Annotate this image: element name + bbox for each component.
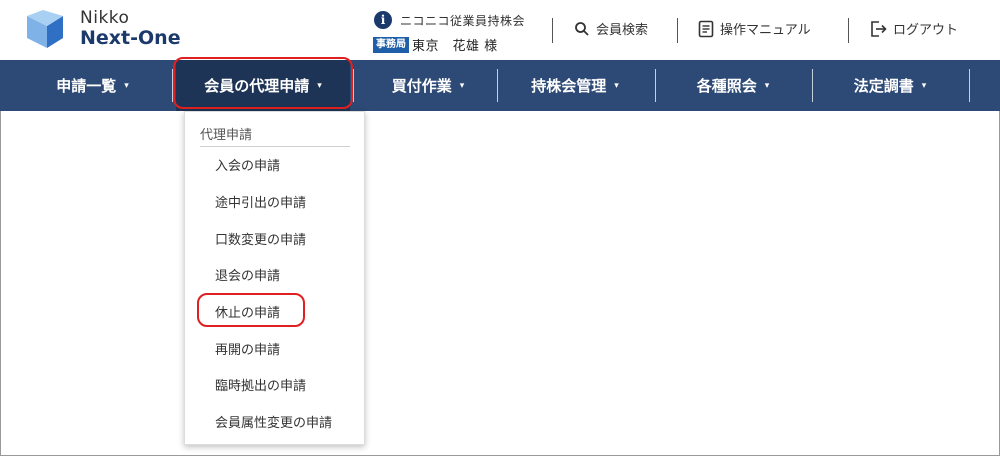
highlight-annotation — [197, 293, 305, 327]
manual-label: 操作マニュアル — [720, 23, 811, 38]
member-name: 東京 花雄 様 — [412, 39, 498, 54]
member-search-label: 会員検索 — [596, 23, 649, 38]
nav-label: 買付作業 — [391, 77, 452, 95]
nav-divider — [969, 69, 970, 102]
proxy-application-dropdown: 代理申請 入会の申請 途中引出の申請 口数変更の申請 退会の申請 休止の申請 再… — [184, 111, 365, 445]
nav-label: 各種照会 — [696, 77, 757, 95]
nav-label: 法定調書 — [853, 77, 914, 95]
company-name: ニコニコ従業員持株会 — [400, 13, 526, 28]
header-divider — [552, 18, 553, 43]
nav-application-list[interactable]: 申請一覧 ▾ — [20, 60, 165, 111]
chevron-down-icon: ▾ — [124, 80, 129, 91]
menu-item-attribute-change[interactable]: 会員属性変更の申請 — [185, 403, 364, 439]
logout-icon — [871, 20, 887, 37]
brand-line2: Next-One — [80, 27, 181, 49]
nav-statutory-reports[interactable]: 法定調書 ▾ — [812, 60, 968, 111]
info-icon: i — [374, 11, 392, 29]
nav-purchase-work[interactable]: 買付作業 ▾ — [353, 60, 503, 111]
menu-item-label: 臨時拠出の申請 — [215, 378, 307, 394]
highlight-annotation — [173, 57, 353, 109]
menu-item-label: 再開の申請 — [215, 342, 281, 358]
menu-item-label: 退会の申請 — [215, 268, 281, 284]
menu-item-withdrawal[interactable]: 退会の申請 — [185, 256, 364, 292]
manual-button[interactable]: 操作マニュアル — [698, 19, 811, 38]
chevron-down-icon: ▾ — [459, 80, 465, 91]
menu-item-label: 会員属性変更の申請 — [215, 415, 333, 431]
menu-item-label: 入会の申請 — [215, 158, 281, 174]
menu-item-extra-contribution[interactable]: 臨時拠出の申請 — [185, 366, 364, 402]
office-badge: 事務局 — [373, 36, 409, 53]
chevron-down-icon: ▾ — [921, 80, 927, 91]
chevron-down-icon: ▾ — [614, 80, 619, 91]
nav-association-management[interactable]: 持株会管理 ▾ — [497, 60, 653, 111]
logout-button[interactable]: ログアウト — [869, 19, 958, 38]
header: Nikko Next-One i ニコニコ従業員持株会 事務局 東京 花雄 様 … — [0, 0, 1000, 60]
nav-inquiries[interactable]: 各種照会 ▾ — [655, 60, 811, 111]
search-icon — [575, 21, 589, 36]
nav-label: 申請一覧 — [56, 77, 117, 95]
menu-item-partial-withdrawal[interactable]: 途中引出の申請 — [185, 183, 364, 219]
header-divider — [848, 18, 849, 43]
brand-name: Nikko Next-One — [80, 10, 181, 48]
main-nav: 申請一覧 ▾ 会員の代理申請 ▾ 買付作業 ▾ 持株会管理 ▾ 各種照会 ▾ 法… — [0, 60, 1000, 111]
menu-item-join[interactable]: 入会の申請 — [185, 146, 364, 182]
header-divider — [677, 18, 678, 43]
member-search-button[interactable]: 会員検索 — [574, 19, 648, 38]
company-info: i ニコニコ従業員持株会 — [374, 11, 525, 29]
document-icon — [698, 20, 714, 37]
member-info: 事務局 東京 花雄 様 — [373, 35, 498, 54]
chevron-down-icon: ▾ — [764, 80, 770, 91]
dropdown-header: 代理申請 — [200, 128, 253, 143]
menu-item-resume[interactable]: 再開の申請 — [185, 330, 364, 366]
menu-item-unit-change[interactable]: 口数変更の申請 — [185, 220, 364, 256]
nav-label: 持株会管理 — [531, 77, 607, 95]
menu-item-label: 口数変更の申請 — [215, 232, 307, 248]
logout-label: ログアウト — [893, 23, 959, 38]
menu-item-label: 途中引出の申請 — [215, 195, 307, 211]
brand-line1: Nikko — [80, 8, 130, 28]
nikko-logo-icon — [27, 10, 63, 48]
